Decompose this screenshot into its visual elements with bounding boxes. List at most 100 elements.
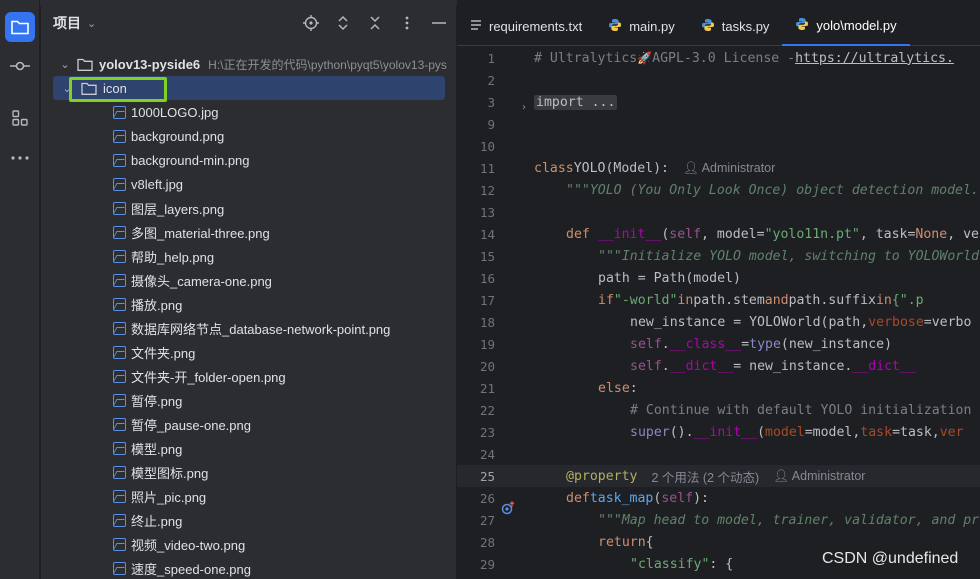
file-item[interactable]: background.png (41, 124, 456, 148)
tab-label: main.py (629, 18, 675, 34)
file-item[interactable]: 图层_layers.png (41, 196, 456, 220)
code-line: 20 self. __dict__ = new_instance. __dict__ (457, 355, 980, 377)
image-file-icon (113, 489, 126, 503)
tab-requirements[interactable]: requirements.txt (457, 6, 595, 46)
code-line: 24 (457, 443, 980, 465)
project-panel-title[interactable]: 项目 (53, 13, 81, 33)
file-name: 模型.png (131, 441, 183, 457)
structure-tool-button[interactable] (5, 103, 35, 133)
docstring: """Initialize YOLO model, switching to Y… (598, 248, 980, 264)
folder-icon (11, 20, 29, 35)
file-name: 帮助_help.png (131, 249, 215, 265)
author-hint[interactable]: 👤︎ Administrator (773, 469, 865, 484)
rocket-icon: 🚀 (637, 51, 653, 65)
usages-hint[interactable]: 2 个用法 (2 个动态) (651, 467, 759, 486)
file-item[interactable]: 视频_video-two.png (41, 532, 456, 556)
author-name: Administrator (701, 160, 776, 175)
fold-expand-icon[interactable]: › (521, 102, 527, 113)
collapse-all-icon[interactable] (366, 13, 384, 33)
code-line: 16 path = Path(model) (457, 267, 980, 289)
keyword-argument: task (860, 424, 893, 440)
line-number: 22 (479, 402, 495, 418)
tree-root-path: H:\正在开发的代码\python\pyqt5\yolov13-pys (208, 57, 447, 72)
file-item[interactable]: 文件夹.png (41, 340, 456, 364)
file-name: 模型图标.png (131, 465, 209, 481)
dunder: __class__ (669, 336, 742, 352)
docstring: """Map head to model, trainer, validator… (598, 512, 980, 528)
python-icon (608, 18, 622, 35)
file-item[interactable]: 照片_pic.png (41, 484, 456, 508)
image-file-icon (113, 513, 126, 527)
file-item[interactable]: background-min.png (41, 148, 456, 172)
file-name: 播放.png (131, 297, 183, 313)
keyword: in (677, 292, 694, 308)
code-view[interactable]: 1 # Ultralytics 🚀 AGPL-3.0 License - htt… (457, 47, 980, 575)
options-vertical-icon[interactable] (398, 13, 416, 33)
file-name: 视频_video-two.png (131, 537, 246, 553)
line-number: 1 (487, 50, 495, 66)
keyword: def (566, 226, 590, 242)
tab-main-py[interactable]: main.py (595, 6, 688, 46)
file-item[interactable]: 1000LOGO.jpg (41, 100, 456, 124)
python-icon (795, 17, 809, 34)
self-token: self (669, 226, 702, 242)
file-item[interactable]: 速度_speed-one.png (41, 556, 456, 579)
file-item[interactable]: 多图_material-three.png (41, 220, 456, 244)
image-file-icon (113, 129, 126, 143)
commit-tool-button[interactable] (5, 51, 35, 81)
file-item[interactable]: 模型.png (41, 436, 456, 460)
file-item[interactable]: v8left.jpg (41, 172, 456, 196)
code-text: ( (661, 226, 670, 242)
chevron-down-icon[interactable]: ⌄ (87, 17, 96, 30)
code-text: =task, (892, 424, 940, 440)
license-link[interactable]: https://ultralytics. (795, 51, 954, 66)
code-line: 12 """YOLO (You Only Look Once) object d… (457, 179, 980, 201)
file-item[interactable]: 文件夹-开_folder-open.png (41, 364, 456, 388)
folded-imports[interactable]: import ... (534, 94, 618, 110)
code-line: 27 """Map head to model, trainer, valida… (457, 509, 980, 531)
file-name: 文件夹.png (131, 345, 196, 361)
expand-all-icon[interactable] (334, 13, 352, 33)
line-number: 15 (479, 248, 495, 264)
tab-label: requirements.txt (489, 18, 583, 34)
file-item[interactable]: 帮助_help.png (41, 244, 456, 268)
class-name: YOLO(Model): (573, 160, 669, 176)
file-item[interactable]: 摄像头_camera-one.png (41, 268, 456, 292)
tab-model-py[interactable]: yolo\model.py (782, 6, 910, 46)
file-item[interactable]: 暂停.png (41, 388, 456, 412)
code-text: ): (693, 490, 709, 506)
chevron-down-icon[interactable]: ⌄ (59, 58, 71, 71)
image-file-icon (113, 561, 126, 575)
function-name: task_map (589, 490, 654, 506)
line-number: 23 (479, 424, 495, 440)
code-text: path = Path(model) (598, 270, 741, 286)
author-hint[interactable]: 👤︎ Administrator (683, 161, 775, 176)
file-item[interactable]: 暂停_pause-one.png (41, 412, 456, 436)
file-item[interactable]: 播放.png (41, 292, 456, 316)
structure-icon (12, 110, 28, 126)
file-item[interactable]: 数据库网络节点_database-network-point.png (41, 316, 456, 340)
file-item[interactable]: 终止.png (41, 508, 456, 532)
file-item[interactable]: 模型图标.png (41, 460, 456, 484)
file-name: 多图_material-three.png (131, 225, 270, 241)
tree-root-row[interactable]: ⌄ yolov13-pyside6 H:\正在开发的代码\python\pyqt… (41, 52, 456, 76)
more-tools-button[interactable] (5, 143, 35, 173)
minimize-icon[interactable] (430, 13, 448, 33)
code-text: . (661, 336, 670, 352)
file-name: background.png (131, 128, 225, 144)
locate-icon[interactable] (302, 13, 320, 33)
image-file-icon (113, 201, 126, 215)
code-line-current: 25 @property 2 个用法 (2 个动态) 👤︎ Administra… (457, 465, 980, 487)
code-text: (). (669, 424, 694, 440)
project-panel-header: 项目 ⌄ (41, 0, 456, 46)
author-name: Administrator (791, 468, 866, 483)
image-file-icon (113, 153, 126, 167)
code-line: 14 def __init__(self, model= "yolo11n.pt"… (457, 223, 980, 245)
keyword: else (598, 380, 630, 396)
image-file-icon (113, 345, 126, 359)
tab-tasks-py[interactable]: tasks.py (688, 6, 783, 46)
project-tool-button[interactable] (5, 12, 35, 42)
function-name: __init__ (597, 226, 662, 242)
line-number: 26 (479, 490, 495, 506)
code-line: 3 › import ... (457, 91, 980, 113)
